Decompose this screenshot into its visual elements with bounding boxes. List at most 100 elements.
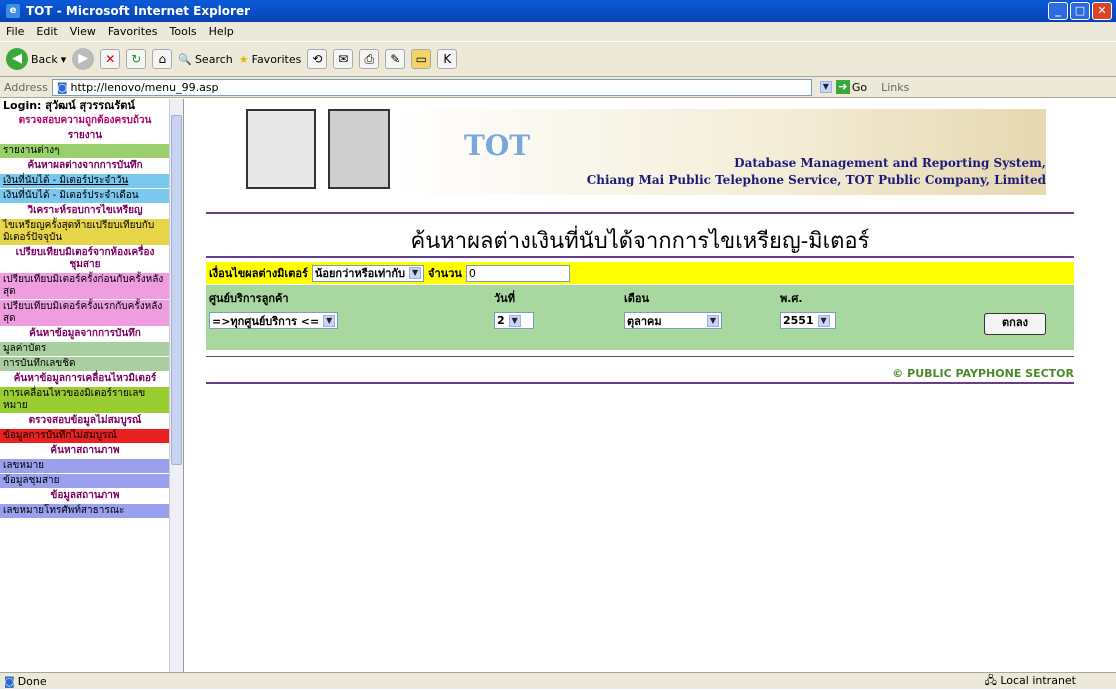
chevron-down-icon: ▼ (707, 314, 719, 327)
sidebar-section-header: ค้นหาผลต่างจากการบันทึก (0, 159, 170, 174)
operator-select[interactable]: น้อยกว่าหรือเท่ากับ ▼ (311, 264, 425, 282)
sidebar-item[interactable]: เปรียบเทียบมิเตอร์ครั้งแรกกับครั้งหลังสุ… (0, 300, 170, 327)
menu-help[interactable]: Help (209, 25, 234, 38)
sidebar-frame: Login: สุวัฒน์ สุวรรณรัตน์ ตรวจสอบความถู… (0, 99, 184, 672)
sidebar-item[interactable]: ข้อมูลการบันทึกไม่สมบูรณ์ (0, 429, 170, 444)
scrollbar-thumb[interactable] (171, 115, 182, 465)
amount-input[interactable]: 0 (465, 264, 570, 282)
favorites-button[interactable]: ★ Favorites (239, 53, 302, 66)
refresh-button[interactable]: ↻ (126, 49, 147, 69)
banner-line-2: Chiang Mai Public Telephone Service, TOT… (586, 173, 1046, 187)
sidebar-item[interactable]: เงินที่นับได้ - มิเตอร์ประจำวัน (0, 174, 170, 189)
sidebar-menu: Login: สุวัฒน์ สุวรรณรัตน์ ตรวจสอบความถู… (0, 99, 183, 519)
intranet-icon: 🖧 (984, 673, 997, 687)
search-form: ศูนย์บริการลูกค้า วันที่ เดือน พ.ศ. =>ทุ… (206, 285, 1074, 350)
close-button[interactable]: ✕ (1092, 2, 1112, 20)
sidebar-section-header: ค้นหาข้อมูลจากการบันทึก (0, 327, 170, 342)
sidebar-item[interactable]: เลขหมายโทรศัพท์สาธารณะ (0, 504, 170, 519)
day-label: วันที่ (494, 292, 515, 305)
title-bar: e TOT - Microsoft Internet Explorer _ □ … (0, 0, 1116, 22)
back-button[interactable]: ◀ Back ▾ (6, 48, 66, 70)
sidebar-item[interactable]: การเคลื่อนไหวของมิเตอร์รายเลขหมาย (0, 387, 170, 414)
zone-text: 🖧 Local intranet (984, 673, 1076, 687)
page-icon: ◙ (56, 80, 68, 94)
stop-button[interactable]: ✕ (100, 49, 121, 69)
messenger-button[interactable]: K (437, 49, 458, 69)
banner-text: Database Management and Reporting System… (587, 155, 1046, 189)
sidebar-section-header: ค้นหาข้อมูลการเคลื่อนไหวมิเตอร์ (0, 372, 170, 387)
day-select[interactable]: 2 ▼ (494, 312, 534, 329)
chevron-down-icon: ▼ (409, 267, 422, 279)
divider-footer (206, 382, 1074, 384)
search-button[interactable]: 🔍 Search (178, 53, 233, 66)
menu-edit[interactable]: Edit (36, 25, 57, 38)
login-label: Login: สุวัฒน์ สุวรรณรัตน์ (0, 99, 170, 114)
back-arrow-icon: ◀ (6, 48, 28, 70)
year-label: พ.ศ. (780, 292, 803, 305)
toolbar: ◀ Back ▾ ▶ ✕ ↻ ⌂ 🔍 Search ★ Favorites ⟲ ✉ ⎙… (0, 41, 1116, 77)
filter-bar: เงื่อนไขผลต่างมิเตอร์ น้อยกว่าหรือเท่ากั… (206, 262, 1074, 284)
sidebar-item[interactable]: เงินที่นับได้ - มิเตอร์ประจำเดือน (0, 189, 170, 204)
sidebar-section-header: วิเคราะห์รอบการไขเหรียญ (0, 204, 170, 219)
address-bar: Address ◙ http://lenovo/menu_99.asp ▼ ➔ G… (0, 77, 1116, 98)
status-text: Done (17, 674, 47, 688)
sidebar-item[interactable]: รายงานต่างๆ (0, 144, 170, 159)
edit-button[interactable]: ✎ (385, 49, 406, 69)
page-title: ค้นหาผลต่างเงินที่นับได้จากการไขเหรียญ-ม… (410, 229, 870, 254)
links-button[interactable]: Links (881, 81, 909, 94)
filter-label: เงื่อนไขผลต่างมิเตอร์ (209, 267, 308, 280)
window-title: TOT - Microsoft Internet Explorer (26, 4, 251, 18)
menu-bar: File Edit View Favorites Tools Help (0, 22, 1116, 41)
go-button[interactable]: ➔ Go (835, 80, 867, 94)
center-select[interactable]: =>ทุกศูนย์บริการ <= ▼ (209, 312, 339, 329)
page-done-icon: ◙ (4, 674, 15, 688)
chevron-down-icon: ▼ (817, 314, 830, 327)
chevron-down-icon: ▼ (508, 314, 521, 327)
sidebar-item[interactable]: เลขหมาย (0, 459, 170, 474)
sidebar-section-header: ค้นหาสถานภาพ (0, 444, 170, 459)
sidebar-item[interactable]: ไขเหรียญครั้งสุดท้ายเปรียบเทียบกับมิเตอร… (0, 219, 170, 246)
menu-view[interactable]: View (70, 25, 96, 38)
forward-button[interactable]: ▶ (72, 48, 95, 70)
sidebar-section-header: รายงาน (0, 129, 170, 144)
sidebar-section-header: ข้อมูลสถานภาพ (0, 489, 170, 504)
minimize-button[interactable]: _ (1048, 2, 1068, 20)
status-bar: ◙ Done 🖧 Local intranet (0, 672, 1116, 689)
address-dropdown-icon[interactable]: ▼ (819, 81, 832, 93)
sidebar-item[interactable]: การบันทึกเลขชิด (0, 357, 170, 372)
home-button[interactable]: ⌂ (152, 49, 173, 69)
folder-button[interactable]: ▭ (411, 49, 432, 69)
address-label: Address (4, 80, 48, 94)
sidebar-section-header: ตรวจสอบความถูกต้องครบถ้วน (0, 114, 170, 129)
maximize-button[interactable]: □ (1070, 2, 1090, 20)
menu-favorites[interactable]: Favorites (108, 25, 158, 38)
page-content: Login: สุวัฒน์ สุวรรณรัตน์ ตรวจสอบความถู… (0, 99, 1116, 672)
copyright: © PUBLIC PAYPHONE SECTOR (892, 367, 1074, 380)
divider-title (206, 256, 1074, 258)
menu-file[interactable]: File (6, 25, 24, 38)
center-label: ศูนย์บริการลูกค้า (209, 292, 289, 305)
tot-logo: TOT (464, 129, 531, 162)
payphone-image (246, 109, 316, 189)
menu-tools[interactable]: Tools (170, 25, 197, 38)
history-button[interactable]: ⟲ (307, 49, 328, 69)
sidebar-item[interactable]: เปรียบเทียบมิเตอร์ครั้งก่อนกับครั้งหลังส… (0, 273, 170, 300)
ie-icon: e (6, 4, 20, 18)
divider-bottom (206, 356, 1074, 357)
divider-top (206, 212, 1074, 214)
address-input[interactable]: ◙ http://lenovo/menu_99.asp (51, 78, 812, 96)
banner-line-1: Database Management and Reporting System… (734, 156, 1046, 170)
sidebar-item[interactable]: มูลค่าบัตร (0, 342, 170, 357)
banner: TOT Database Management and Reporting Sy… (246, 109, 1046, 195)
sidebar-scrollbar[interactable] (169, 99, 183, 672)
mail-button[interactable]: ✉ (333, 49, 354, 69)
sidebar-item[interactable]: ข้อมูลชุมสาย (0, 474, 170, 489)
print-button[interactable]: ⎙ (359, 49, 380, 69)
submit-button[interactable]: ตกลง (984, 313, 1046, 335)
month-label: เดือน (624, 292, 650, 305)
month-select[interactable]: ตุลาคม ▼ (624, 312, 722, 329)
year-select[interactable]: 2551 ▼ (780, 312, 836, 329)
star-icon: ★ (238, 52, 249, 66)
main-frame: TOT Database Management and Reporting Sy… (186, 99, 1116, 672)
amount-label: จำนวน (428, 267, 462, 280)
